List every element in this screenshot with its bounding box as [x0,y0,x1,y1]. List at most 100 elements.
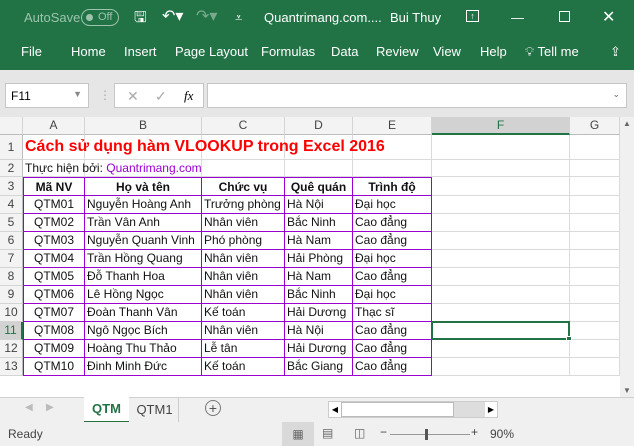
table-cell[interactable]: Nhân viên [202,250,285,268]
cell[interactable] [570,340,620,358]
row-header-11[interactable]: 11 [0,322,23,340]
cell[interactable] [432,214,570,232]
table-cell[interactable]: Đại học [353,250,432,268]
ribbon-display-icon[interactable]: ↑ [466,10,479,22]
cell[interactable] [432,160,570,177]
table-cell[interactable]: Cao đẳng [353,358,432,376]
table-cell[interactable]: Kế toán [202,358,285,376]
cell[interactable] [570,358,620,376]
table-cell[interactable]: Hoàng Thu Thảo [85,340,202,358]
insert-function-icon[interactable]: fx [184,88,193,104]
table-cell[interactable]: Đại học [353,196,432,214]
table-cell[interactable]: Nhân viên [202,214,285,232]
prev-sheet-icon[interactable]: ◀ [25,402,33,413]
table-cell[interactable]: Cao đẳng [353,268,432,286]
table-cell[interactable]: Lê Hồng Ngọc [85,286,202,304]
column-header-D[interactable]: D [285,117,353,135]
row-header-2[interactable]: 2 [0,160,23,177]
table-cell[interactable]: Cao đẳng [353,322,432,340]
cell[interactable] [353,160,432,177]
row-header-10[interactable]: 10 [0,304,23,322]
scroll-left-icon[interactable]: ◀ [329,402,341,417]
autosave-toggle[interactable]: Off [81,9,119,26]
table-header-cell[interactable]: Chức vụ [202,177,285,196]
tab-view[interactable]: View [433,44,461,59]
table-cell[interactable]: QTM06 [23,286,85,304]
table-cell[interactable]: Hà Nam [285,232,353,250]
cell[interactable] [432,196,570,214]
table-cell[interactable]: Phó phòng [202,232,285,250]
table-cell[interactable]: Hải Phòng [285,250,353,268]
table-cell[interactable]: Kế toán [202,304,285,322]
fill-handle[interactable] [566,336,572,341]
table-cell[interactable]: Cao đẳng [353,232,432,250]
table-cell[interactable]: QTM03 [23,232,85,250]
subtitle[interactable]: Thực hiện bởi: Quantrimang.com [23,160,323,177]
tab-data[interactable]: Data [331,44,358,59]
table-cell[interactable]: Cao đẳng [353,340,432,358]
table-header-cell[interactable]: Quê quán [285,177,353,196]
subtitle-link[interactable]: Quantrimang.com [106,161,201,175]
row-header-9[interactable]: 9 [0,286,23,304]
tab-formulas[interactable]: Formulas [261,44,315,59]
close-button[interactable]: ✕ [602,7,615,27]
zoom-in-button[interactable]: + [471,425,478,439]
row-header-5[interactable]: 5 [0,214,23,232]
scroll-down-icon[interactable]: ▼ [623,386,631,395]
tab-page-layout[interactable]: Page Layout [175,44,248,59]
cell[interactable] [570,304,620,322]
sheet-tab-qtm1[interactable]: QTM1 [131,398,179,422]
cell[interactable] [570,135,620,160]
cell[interactable] [432,135,570,160]
table-cell[interactable]: Bắc Giang [285,358,353,376]
sheet-title[interactable]: Cách sử dụng hàm VLOOKUP trong Excel 201… [23,135,423,160]
column-header-F[interactable]: F [432,117,570,135]
table-cell[interactable]: QTM02 [23,214,85,232]
save-icon[interactable]: 🖫 [134,7,147,32]
cell[interactable] [432,304,570,322]
customize-toolbar-icon[interactable]: ⩡ [235,10,242,26]
table-cell[interactable]: Hà Nội [285,322,353,340]
cell[interactable] [570,322,620,340]
redo-icon[interactable]: ↷▾ [196,6,217,26]
column-header-G[interactable]: G [570,117,620,135]
column-header-E[interactable]: E [353,117,432,135]
table-cell[interactable]: Bắc Ninh [285,286,353,304]
cell[interactable] [432,250,570,268]
enter-icon[interactable]: ✓ [155,88,167,105]
cell[interactable] [570,268,620,286]
cell[interactable] [570,250,620,268]
column-header-C[interactable]: C [202,117,285,135]
sheet-tab-qtm[interactable]: QTM [84,397,129,423]
table-cell[interactable]: Hải Dương [285,340,353,358]
table-cell[interactable]: Đinh Minh Đức [85,358,202,376]
scroll-thumb[interactable] [341,402,454,417]
table-cell[interactable]: QTM04 [23,250,85,268]
column-header-A[interactable]: A [23,117,85,135]
table-cell[interactable]: QTM08 [23,322,85,340]
tab-review[interactable]: Review [376,44,419,59]
table-cell[interactable]: Hà Nội [285,196,353,214]
table-cell[interactable]: Nhân viên [202,268,285,286]
table-cell[interactable]: QTM09 [23,340,85,358]
select-all-corner[interactable] [0,117,23,135]
table-cell[interactable]: Đại học [353,286,432,304]
maximize-button[interactable] [559,11,570,22]
table-header-cell[interactable]: Họ và tên [85,177,202,196]
minimize-button[interactable]: — [511,10,524,25]
cell[interactable] [432,177,570,196]
column-header-B[interactable]: B [85,117,202,135]
horizontal-scrollbar[interactable]: ◀ ▶ [328,401,498,418]
row-header-13[interactable]: 13 [0,358,23,376]
formula-input[interactable]: ⌄ [207,83,627,108]
table-cell[interactable]: Đỗ Thanh Hoa [85,268,202,286]
table-cell[interactable]: Nhân viên [202,286,285,304]
scroll-up-icon[interactable]: ▲ [623,119,631,128]
tab-help[interactable]: Help [480,44,507,59]
row-header-12[interactable]: 12 [0,340,23,358]
cell[interactable] [570,286,620,304]
cell[interactable] [570,232,620,250]
selected-cell-F11[interactable] [431,321,570,340]
table-cell[interactable]: Lễ tân [202,340,285,358]
table-cell[interactable]: QTM07 [23,304,85,322]
